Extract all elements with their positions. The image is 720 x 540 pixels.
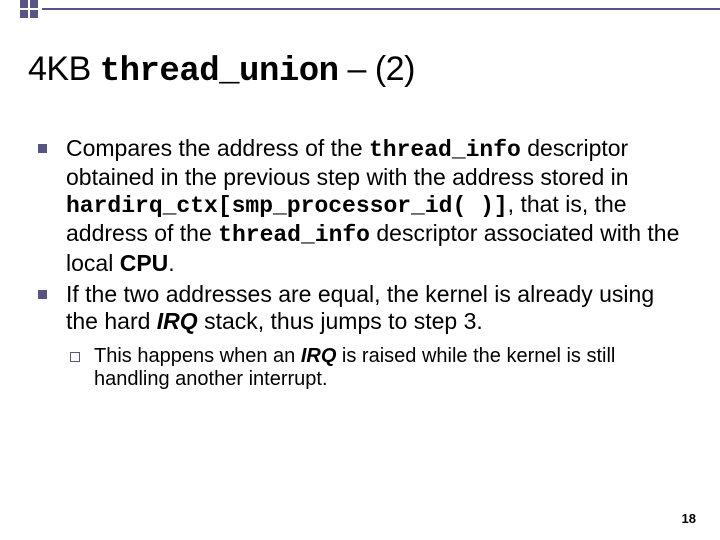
title-suffix: – (2): [339, 50, 415, 88]
code-text: hardirq_ctx[smp_processor_id( )]: [66, 193, 508, 219]
slide-content: 4KB thread_union – (2) Compares the addr…: [28, 50, 692, 392]
emph-text: IRQ: [157, 308, 198, 334]
emph-text: IRQ: [301, 345, 337, 367]
title-prefix: 4KB: [28, 50, 100, 88]
text: stack, thus jumps to step 3.: [198, 308, 483, 334]
emph-text: CPU: [120, 250, 169, 276]
page-number: 18: [682, 511, 696, 526]
text: This happens when an: [94, 345, 301, 367]
bullet-item: If the two addresses are equal, the kern…: [66, 281, 692, 335]
bullet-item: Compares the address of the thread_info …: [66, 135, 692, 277]
text: Compares the address of the: [66, 135, 369, 161]
sub-bullet-list: This happens when an IRQ is raised while…: [66, 345, 692, 392]
code-text: thread_info: [369, 137, 521, 163]
sub-bullet-item: This happens when an IRQ is raised while…: [94, 345, 692, 392]
top-decoration: [0, 0, 720, 22]
bullet-list: Compares the address of the thread_info …: [28, 135, 692, 392]
code-text: thread_info: [218, 222, 370, 248]
slide-title: 4KB thread_union – (2): [28, 50, 692, 91]
text: .: [168, 250, 174, 276]
title-mono: thread_union: [100, 53, 339, 91]
